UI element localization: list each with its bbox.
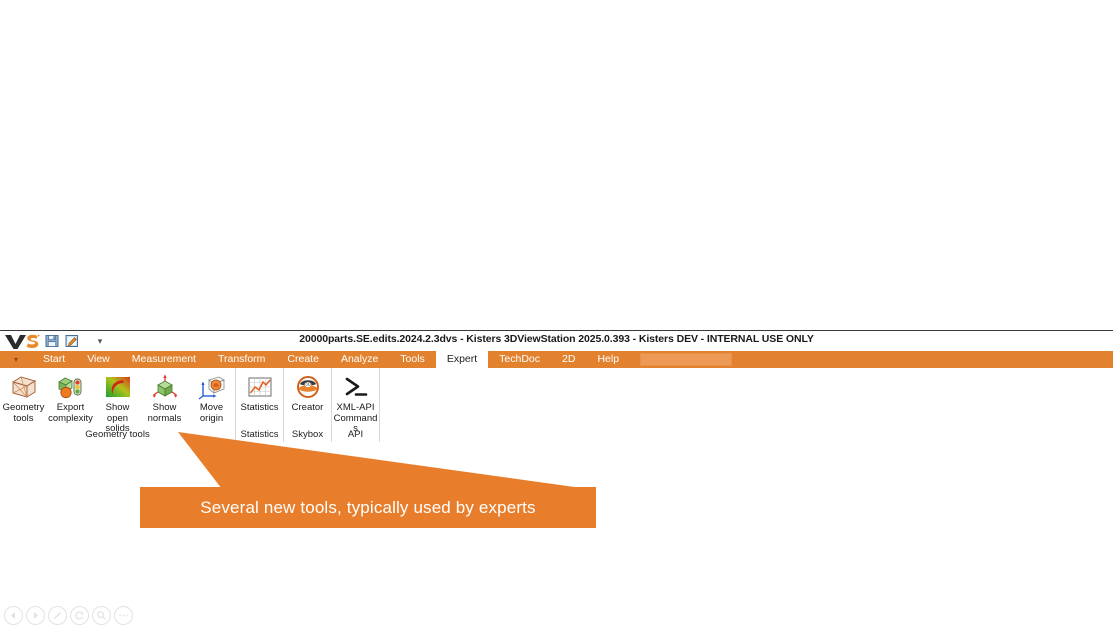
tab-tools[interactable]: Tools	[389, 351, 436, 368]
wireframe-cube-icon	[9, 372, 39, 402]
window-title: 20000parts.SE.edits.2024.2.3dvs - Kister…	[299, 333, 814, 345]
tab-2d[interactable]: 2D	[551, 351, 586, 368]
button-move-origin[interactable]: Move origin	[188, 368, 235, 424]
button-geometry-tools[interactable]: Geometry tools	[0, 368, 47, 424]
callout-text: Several new tools, typically used by exp…	[200, 497, 536, 517]
play-icon[interactable]	[26, 606, 45, 625]
ellipsis-icon[interactable]	[114, 606, 133, 625]
tab-view[interactable]: View	[76, 351, 121, 368]
tab-expert[interactable]: Expert	[435, 351, 489, 368]
ribbon-group-statistics: Statistics Statistics	[236, 368, 284, 442]
application-window: ▾ 20000parts.SE.edits.2024.2.3dvs - Kist…	[0, 330, 1113, 442]
magnifier-icon[interactable]	[92, 606, 111, 625]
refresh-icon[interactable]	[70, 606, 89, 625]
title-bar: ▾ 20000parts.SE.edits.2024.2.3dvs - Kist…	[0, 331, 1113, 351]
tab-measurement[interactable]: Measurement	[121, 351, 207, 368]
callout-banner: Several new tools, typically used by exp…	[140, 487, 596, 528]
pen-icon[interactable]	[48, 606, 67, 625]
button-label: Geometry tools	[2, 402, 45, 424]
ribbon-group-skybox: 3D Creator Skybox	[284, 368, 332, 442]
ribbon-group-geometry-tools: Geometry tools Export complexity Show op…	[0, 368, 236, 442]
ribbon-menu-chevron-down-icon[interactable]: ▾	[0, 351, 32, 368]
ribbon-group-label: API	[347, 429, 364, 440]
svg-text:3D: 3D	[305, 382, 312, 387]
ribbon-group-label: Geometry tools	[85, 429, 150, 440]
button-show-normals[interactable]: Show normals	[141, 368, 188, 424]
bottom-control-bar	[0, 604, 1113, 627]
button-xml-api-commands[interactable]: XML-API Commands	[332, 368, 379, 435]
button-label: Export complexity	[48, 402, 93, 424]
tab-help[interactable]: Help	[586, 351, 630, 368]
ribbon-group-api: XML-API Commands API	[332, 368, 380, 442]
console-prompt-icon	[341, 372, 371, 402]
ribbon-toolbar: Geometry tools Export complexity Show op…	[0, 368, 1113, 442]
open-solids-gradient-icon	[103, 372, 133, 402]
ribbon-group-label: Skybox	[291, 429, 324, 440]
button-show-open-solids[interactable]: Show open solids	[94, 368, 141, 435]
button-label: Show normals	[147, 402, 182, 424]
empty-canvas-area	[0, 0, 1113, 330]
button-statistics[interactable]: Statistics	[236, 368, 283, 414]
ribbon-group-label: Statistics	[240, 429, 279, 440]
normals-cube-icon	[150, 372, 180, 402]
tab-create[interactable]: Create	[276, 351, 330, 368]
skybox-creator-icon: 3D	[293, 372, 323, 402]
back-icon[interactable]	[4, 606, 23, 625]
search-input[interactable]	[640, 353, 733, 366]
button-label: Statistics	[240, 402, 279, 413]
button-label: Creator	[291, 402, 324, 413]
tab-analyze[interactable]: Analyze	[330, 351, 389, 368]
export-complexity-icon	[56, 372, 86, 402]
button-label: Move origin	[199, 402, 224, 424]
statistics-chart-icon	[245, 372, 275, 402]
move-origin-axis-icon	[197, 372, 227, 402]
tab-techdoc[interactable]: TechDoc	[488, 351, 551, 368]
tab-transform[interactable]: Transform	[207, 351, 276, 368]
tab-start[interactable]: Start	[32, 351, 76, 368]
button-export-complexity[interactable]: Export complexity	[47, 368, 94, 424]
menu-bar: ▾ Start View Measurement Transform Creat…	[0, 351, 1113, 368]
button-creator[interactable]: 3D Creator	[284, 368, 331, 414]
